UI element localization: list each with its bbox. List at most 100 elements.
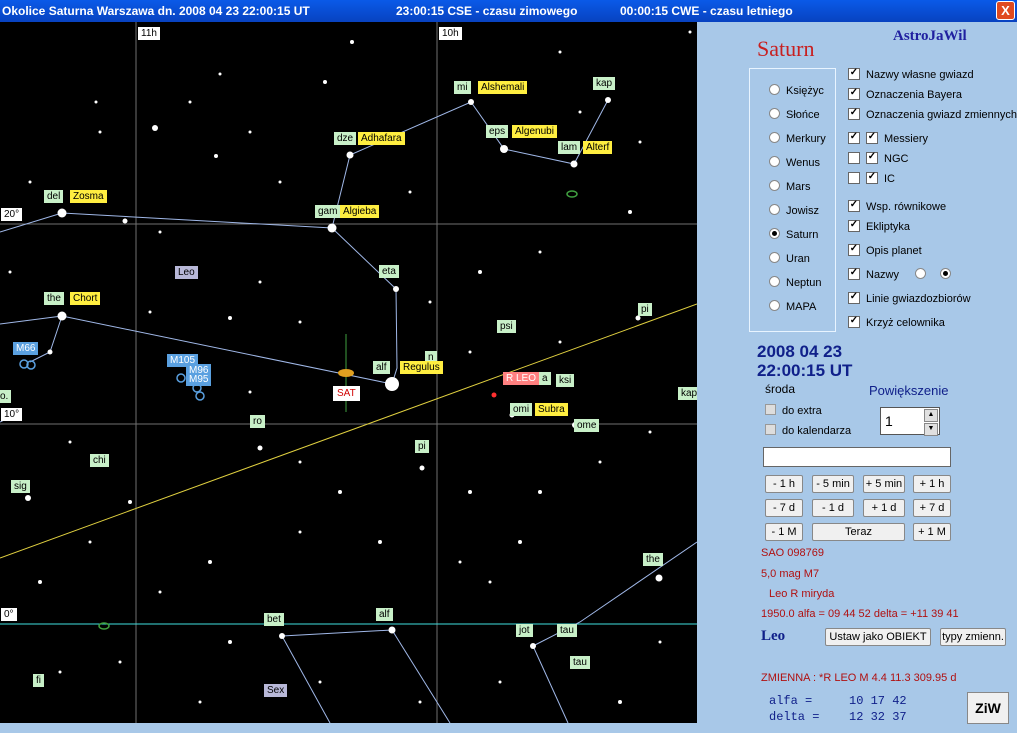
star-label[interactable]: o. xyxy=(0,390,12,403)
star-label[interactable]: sig xyxy=(11,480,30,493)
star-label[interactable]: the xyxy=(44,292,64,305)
zoom-stepper[interactable]: 1 ▲ ▼ xyxy=(880,407,940,436)
star-label[interactable]: chi xyxy=(90,454,109,467)
saturn-symbol[interactable] xyxy=(338,369,354,377)
radio-neptune[interactable]: Neptun xyxy=(769,276,821,290)
radio-button-icon[interactable] xyxy=(769,156,780,167)
sky-map[interactable]: 11h 10h 20° 10° 0° mi Alshemali kap dze … xyxy=(0,22,697,723)
checkbox-star-names[interactable]: Nazwy własne gwiazd xyxy=(848,68,974,82)
now-button[interactable]: Teraz xyxy=(812,523,905,541)
radio-button-icon[interactable] xyxy=(769,276,780,287)
star-label[interactable]: omi xyxy=(510,403,533,416)
star-label[interactable]: dze xyxy=(334,132,357,145)
checkbox-checked-icon[interactable] xyxy=(866,152,878,164)
checkbox-bayer[interactable]: Oznaczenia Bayera xyxy=(848,88,962,102)
checkbox-checked-icon[interactable] xyxy=(866,132,878,144)
star-label[interactable]: jot xyxy=(516,624,533,637)
checkbox-ngc[interactable]: NGC xyxy=(848,152,908,166)
star-label[interactable]: ro xyxy=(250,415,265,428)
checkbox-checked-icon[interactable] xyxy=(848,88,860,100)
star-name-label[interactable]: Algieba xyxy=(340,205,380,218)
star-label[interactable]: kap xyxy=(678,387,697,400)
radio-button-selected-icon[interactable] xyxy=(769,228,780,239)
ziw-button[interactable]: ZiW xyxy=(967,692,1009,724)
r-leo-marker[interactable] xyxy=(491,392,497,398)
radio-button-icon[interactable] xyxy=(769,84,780,95)
minus-7d-button[interactable]: - 7 d xyxy=(765,499,803,517)
plus-7d-button[interactable]: + 7 d xyxy=(913,499,951,517)
checkbox-names[interactable]: Nazwy xyxy=(848,268,957,282)
extra-option[interactable]: do extra xyxy=(765,404,822,417)
radio-jupiter[interactable]: Jowisz xyxy=(769,204,819,218)
radio-saturn[interactable]: Saturn xyxy=(769,228,818,242)
star-name-label[interactable]: Alshemali xyxy=(478,81,528,94)
star-name-label[interactable]: Zosma xyxy=(70,190,107,203)
messier-label[interactable]: M66 xyxy=(13,342,39,355)
zoom-spinner[interactable]: ▲ ▼ xyxy=(924,409,938,436)
star-name-label[interactable]: Adhafara xyxy=(358,132,405,145)
search-input[interactable] xyxy=(763,447,951,467)
star-label[interactable]: psi xyxy=(497,320,516,333)
star-label[interactable]: pi xyxy=(638,303,652,316)
radio-button-icon[interactable] xyxy=(769,204,780,215)
minus-1d-button[interactable]: - 1 d xyxy=(812,499,854,517)
star-name-label[interactable]: Regulus xyxy=(400,361,443,374)
star-label[interactable]: the xyxy=(643,553,663,566)
checkbox-crosshair[interactable]: Krzyż celownika xyxy=(848,316,945,330)
checkbox-checked-icon[interactable] xyxy=(848,244,860,256)
minus-5min-button[interactable]: - 5 min xyxy=(812,475,854,493)
star-label[interactable]: alf xyxy=(376,608,393,621)
checkbox-checked-icon[interactable] xyxy=(848,132,860,144)
star-label[interactable]: pi xyxy=(415,440,429,453)
checkbox-unchecked-icon[interactable] xyxy=(848,172,860,184)
checkbox-checked-icon[interactable] xyxy=(848,220,860,232)
star-label[interactable]: tau xyxy=(570,656,590,669)
checkbox-variable-stars[interactable]: Oznaczenia gwiazd zmiennych xyxy=(848,108,1017,122)
star-label[interactable]: gam xyxy=(315,205,341,218)
radio-button-icon[interactable] xyxy=(769,252,780,263)
set-object-button[interactable]: Ustaw jako OBIEKT xyxy=(825,628,931,646)
checkbox-checked-icon[interactable] xyxy=(848,68,860,80)
checkbox-checked-icon[interactable] xyxy=(848,108,860,120)
radio-button-icon[interactable] xyxy=(769,300,780,311)
radio-mars[interactable]: Mars xyxy=(769,180,810,194)
radio-button-selected-icon[interactable] xyxy=(940,268,952,279)
checkbox-checked-icon[interactable] xyxy=(848,316,860,328)
star-name-label[interactable]: Algenubi xyxy=(512,125,557,138)
checkbox-checked-icon[interactable] xyxy=(848,292,860,304)
calendar-option[interactable]: do kalendarza xyxy=(765,424,851,437)
checkbox-unchecked-icon[interactable] xyxy=(848,152,860,164)
star-label[interactable]: eta xyxy=(379,265,399,278)
checkbox-planet-info[interactable]: Opis planet xyxy=(848,244,922,258)
galaxy-marker-green[interactable] xyxy=(566,190,578,198)
radio-button-icon[interactable] xyxy=(769,108,780,119)
checkbox-checked-icon[interactable] xyxy=(848,200,860,212)
radio-moon[interactable]: Księżyc xyxy=(769,84,824,98)
plus-1m-button[interactable]: + 1 M xyxy=(913,523,951,541)
plus-5min-button[interactable]: + 5 min xyxy=(863,475,905,493)
checkbox-constellation-lines[interactable]: Linie gwiazdozbiorów xyxy=(848,292,971,306)
checkbox-equatorial[interactable]: Wsp. równikowe xyxy=(848,200,946,214)
galaxy-marker[interactable] xyxy=(176,373,186,383)
star-label[interactable]: lam xyxy=(558,141,581,154)
saturn-label[interactable]: SAT xyxy=(333,386,360,401)
spin-down-icon[interactable]: ▼ xyxy=(924,423,938,436)
star-label[interactable]: ksi xyxy=(556,374,575,387)
star-name-label[interactable]: Chort xyxy=(70,292,101,305)
constellation-label-sex[interactable]: Sex xyxy=(264,684,288,697)
checkbox-icon[interactable] xyxy=(765,404,776,415)
star-label[interactable]: alf xyxy=(373,361,390,374)
star-label[interactable]: tau xyxy=(557,624,577,637)
star-label[interactable]: eps xyxy=(486,125,509,138)
checkbox-checked-icon[interactable] xyxy=(848,268,860,280)
checkbox-icon[interactable] xyxy=(765,424,776,435)
close-button[interactable]: X xyxy=(996,1,1015,20)
radio-button-icon[interactable] xyxy=(915,268,927,279)
minus-1h-button[interactable]: - 1 h xyxy=(765,475,803,493)
radio-uranus[interactable]: Uran xyxy=(769,252,810,266)
messier-label[interactable]: M95 xyxy=(186,373,212,386)
star-label[interactable]: bet xyxy=(264,613,284,626)
star-label[interactable]: a xyxy=(539,372,551,385)
checkbox-ecliptic[interactable]: Ekliptyka xyxy=(848,220,910,234)
spin-up-icon[interactable]: ▲ xyxy=(924,409,938,422)
